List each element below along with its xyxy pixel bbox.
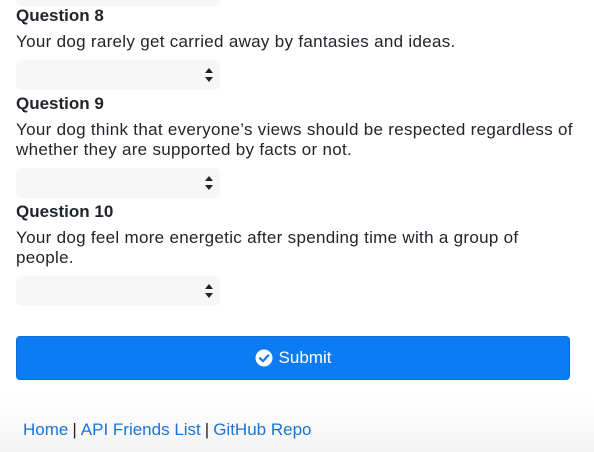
question-8-select[interactable]	[16, 60, 220, 90]
footer: Home | API Friends List | GitHub Repo	[0, 396, 594, 452]
github-repo-link[interactable]: GitHub Repo	[213, 420, 311, 439]
footer-separator: |	[72, 420, 77, 439]
question-9: Question 9 Your dog think that everyone’…	[16, 94, 576, 198]
page: Question 8 Your dog rarely get carried a…	[0, 0, 594, 452]
question-9-title: Question 9	[16, 94, 104, 113]
select-arrows-icon	[205, 284, 213, 298]
question-10-select[interactable]	[16, 276, 220, 306]
question-10-text: Your dog feel more energetic after spend…	[16, 228, 519, 267]
select-arrows-icon	[205, 176, 213, 190]
question-10-title: Question 10	[16, 202, 114, 221]
check-circle-icon	[255, 349, 273, 367]
submit-button[interactable]: Submit	[16, 336, 570, 380]
question-9-select[interactable]	[16, 168, 220, 198]
question-8-title: Question 8	[16, 6, 104, 25]
footer-links: Home | API Friends List | GitHub Repo	[23, 420, 311, 440]
question-8-text: Your dog rarely get carried away by fant…	[16, 32, 456, 51]
question-9-text: Your dog think that everyone’s views sho…	[16, 120, 573, 159]
select-arrows-icon	[205, 68, 213, 82]
question-10: Question 10 Your dog feel more energetic…	[16, 202, 576, 306]
question-8: Question 8 Your dog rarely get carried a…	[16, 6, 576, 90]
home-link[interactable]: Home	[23, 420, 68, 439]
footer-separator: |	[204, 420, 210, 439]
submit-label: Submit	[278, 348, 332, 367]
api-friends-list-link[interactable]: API Friends List	[81, 420, 201, 439]
